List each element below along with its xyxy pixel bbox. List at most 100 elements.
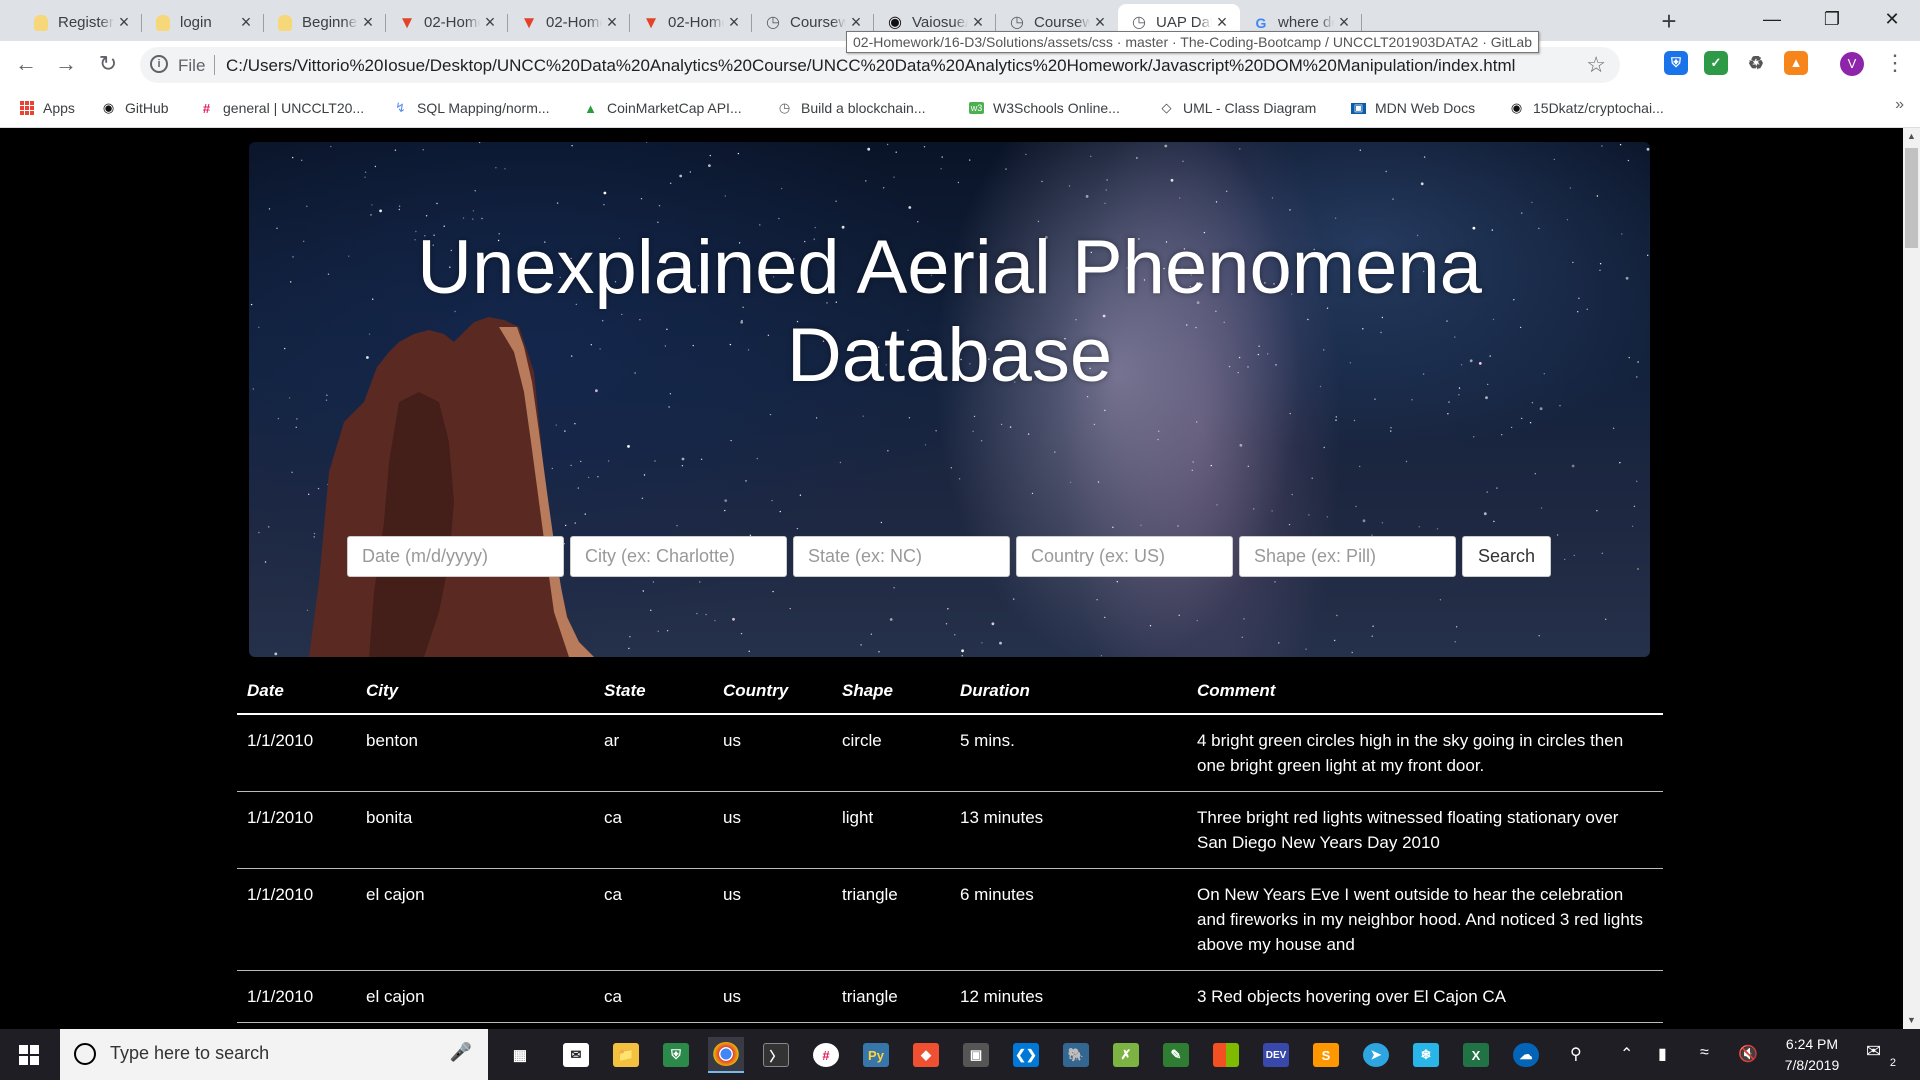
table-cell: 4 bright green circles high in the sky g… (1187, 714, 1663, 792)
back-icon[interactable]: ← (12, 50, 40, 78)
browser-tab[interactable]: Beginner's× (264, 4, 386, 41)
browser-tab[interactable]: ▼ 02-Homew× (508, 4, 630, 41)
date-filter-input[interactable] (347, 536, 564, 577)
table-cell: 1/1/2010 (237, 970, 356, 1023)
city-filter-input[interactable] (570, 536, 787, 577)
state-filter-input[interactable] (793, 536, 1010, 577)
profile-avatar[interactable]: V (1840, 52, 1864, 76)
vscode-icon[interactable]: ❮❯ (1008, 1037, 1044, 1073)
forward-icon[interactable]: → (52, 50, 80, 78)
mail-icon[interactable]: ✉ (558, 1037, 594, 1073)
taskbar-search-box[interactable]: Type here to search 🎤 (60, 1029, 488, 1080)
close-tab-icon[interactable]: × (846, 12, 866, 33)
close-tab-icon[interactable]: × (358, 12, 378, 33)
excel-icon[interactable]: X (1458, 1037, 1494, 1073)
minimize-button[interactable]: — (1742, 0, 1802, 41)
column-header: Duration (950, 668, 1187, 715)
bookmark-item[interactable]: # general | UNCCLT20... (198, 96, 364, 120)
bookmark-item[interactable]: Apps (18, 96, 75, 120)
close-tab-icon[interactable]: × (1212, 12, 1232, 33)
action-center-icon[interactable]: ✉ 2 (1866, 1041, 1896, 1069)
bookmark-item[interactable]: ▲ CoinMarketCap API... (582, 96, 742, 120)
bookmark-item[interactable]: ◷ Build a blockchain... (776, 96, 926, 120)
close-tab-icon[interactable]: × (480, 12, 500, 33)
page-scrollbar[interactable]: ▲ ▼ (1903, 128, 1920, 1029)
python-icon[interactable]: Py (858, 1037, 894, 1073)
dev-app-icon[interactable]: DEV (1258, 1037, 1294, 1073)
metamask-extension-icon[interactable]: ▲ (1784, 51, 1808, 75)
green-shield-extension-icon[interactable]: ✓ (1704, 51, 1728, 75)
search-button[interactable]: Search (1462, 536, 1552, 577)
close-tab-icon[interactable]: × (114, 12, 134, 33)
tray-chevron-icon[interactable]: ⌃ (1620, 1044, 1633, 1064)
browser-tab[interactable]: Register a× (20, 4, 142, 41)
microphone-icon[interactable]: 🎤 (450, 1042, 472, 1063)
bookmarks-overflow-icon[interactable]: » (1895, 96, 1904, 114)
bookmark-item[interactable]: ◉ 15Dkatz/cryptochai... (1508, 96, 1664, 120)
postgres-icon[interactable]: 🐘 (1058, 1037, 1094, 1073)
country-filter-input[interactable] (1016, 536, 1233, 577)
scrollbar-thumb[interactable] (1905, 148, 1918, 248)
github-icon: ◉ (888, 13, 902, 31)
slack-app-icon[interactable]: # (808, 1037, 844, 1073)
browser-tab[interactable]: login × (142, 4, 264, 41)
browser-tab[interactable]: ▼ 02-Homew× (630, 4, 752, 41)
bookmark-item[interactable]: ◉ GitHub (100, 96, 169, 120)
page-title: Unexplained Aerial Phenomena Database (417, 225, 1482, 398)
shape-filter-input[interactable] (1239, 536, 1456, 577)
bookmark-item[interactable]: w3 W3Schools Online... (968, 96, 1120, 120)
reload-icon[interactable]: ↻ (94, 50, 122, 78)
scroll-down-icon[interactable]: ▼ (1903, 1012, 1920, 1029)
shield-extension-icon[interactable]: ⛨ (1664, 51, 1688, 75)
battery-icon[interactable]: ▮ (1658, 1044, 1667, 1064)
close-tab-icon[interactable]: × (1090, 12, 1110, 33)
snowflake-app-icon[interactable]: ❄ (1408, 1037, 1444, 1073)
volume-muted-icon[interactable]: 🔇 (1738, 1044, 1758, 1064)
bookmark-item[interactable]: ▣ MDN Web Docs (1350, 96, 1475, 120)
git-icon[interactable]: ◆ (908, 1037, 944, 1073)
close-tab-icon[interactable]: × (236, 12, 256, 33)
monitor-app-icon[interactable]: ▣ (958, 1037, 994, 1073)
bookmark-item[interactable]: ◇ UML - Class Diagram (1158, 96, 1317, 120)
globe-icon: ◷ (1132, 13, 1146, 31)
start-button[interactable] (0, 1029, 58, 1080)
system-clock[interactable]: 6:24 PM 7/8/2019 (1772, 1034, 1852, 1076)
browser-tab[interactable]: ▼ 02-Homew× (386, 4, 508, 41)
microsoft-store-icon[interactable] (1208, 1037, 1244, 1073)
close-tab-icon[interactable]: × (724, 12, 744, 33)
people-icon[interactable]: ⚲ (1570, 1044, 1582, 1064)
notebook-app-icon[interactable]: ✎ (1158, 1037, 1194, 1073)
url-text[interactable]: C:/Users/Vittorio%20Iosue/Desktop/UNCC%2… (226, 56, 1515, 76)
wifi-icon[interactable]: ≈ (1700, 1044, 1709, 1062)
recycle-extension-icon[interactable]: ♻ (1744, 51, 1768, 75)
table-cell: circle (832, 714, 950, 792)
scroll-up-icon[interactable]: ▲ (1903, 128, 1920, 145)
menu-icon[interactable]: ⋮ (1884, 50, 1906, 76)
maximize-button[interactable]: ❐ (1802, 0, 1862, 41)
table-cell: ca (594, 970, 713, 1023)
info-icon[interactable]: i (150, 55, 168, 73)
task-view-icon[interactable]: ▦ (502, 1037, 538, 1073)
close-tab-icon[interactable]: × (602, 12, 622, 33)
clock-time: 6:24 PM (1785, 1036, 1839, 1052)
table-cell: triangle (832, 868, 950, 971)
security-shield-icon[interactable]: ⛨ (658, 1037, 694, 1073)
w3schools-icon: w3 (968, 102, 985, 114)
telegram-icon[interactable]: ➤ (1358, 1037, 1394, 1073)
file-explorer-icon[interactable]: 📁 (608, 1037, 644, 1073)
chrome-icon[interactable] (708, 1037, 744, 1073)
close-tab-icon[interactable]: × (1334, 12, 1354, 33)
table-cell: el cajon (356, 970, 594, 1023)
onedrive-icon[interactable]: ☁ (1508, 1037, 1544, 1073)
bookmark-star-icon[interactable]: ☆ (1586, 52, 1606, 78)
tools-app-icon[interactable]: ✗ (1108, 1037, 1144, 1073)
bookmark-item[interactable]: ↯ SQL Mapping/norm... (392, 96, 550, 120)
sublime-icon[interactable]: S (1308, 1037, 1344, 1073)
close-tab-icon[interactable]: × (968, 12, 988, 33)
page-viewport: Unexplained Aerial Phenomena Database Se… (0, 128, 1903, 1029)
new-tab-button[interactable]: + (1654, 6, 1684, 36)
table-cell: us (713, 970, 832, 1023)
bookmark-label: Build a blockchain... (801, 100, 926, 116)
close-window-button[interactable]: ✕ (1862, 0, 1920, 41)
terminal-icon[interactable]: 〉 (758, 1037, 794, 1073)
